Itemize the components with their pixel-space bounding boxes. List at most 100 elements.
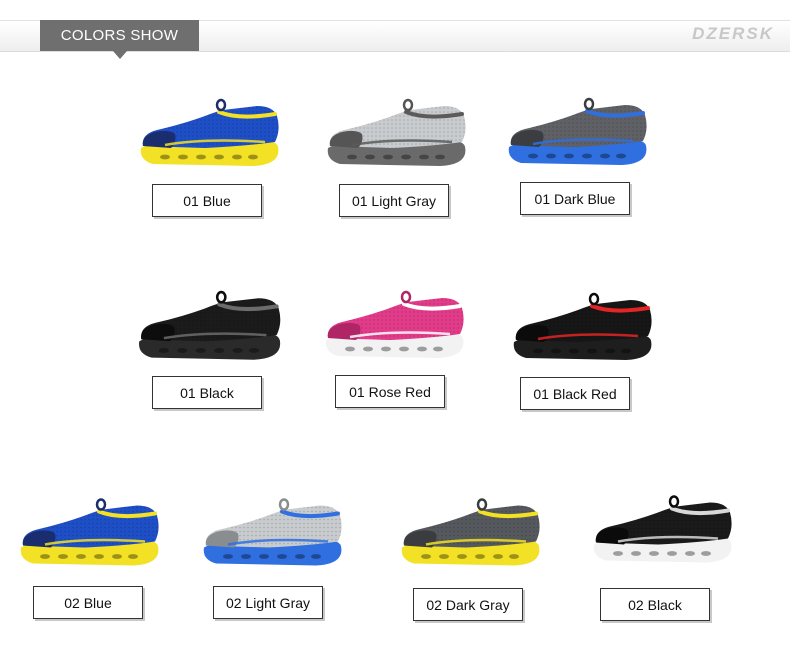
toe-cap bbox=[142, 130, 176, 148]
shoe-image bbox=[513, 292, 652, 360]
sole-hole bbox=[160, 154, 170, 160]
pull-loop bbox=[476, 498, 488, 511]
shoe-image bbox=[327, 98, 466, 166]
sole-hole bbox=[435, 154, 445, 160]
sole-hole bbox=[475, 554, 485, 559]
product-01-dark-blue[interactable]: 01 Dark Blue bbox=[503, 97, 653, 217]
color-label: 02 Blue bbox=[33, 586, 143, 619]
toe-cap bbox=[141, 323, 175, 342]
sole-hole bbox=[649, 551, 659, 556]
shoe-image bbox=[325, 290, 464, 358]
pull-loop bbox=[95, 498, 107, 511]
sole-hole bbox=[613, 551, 623, 556]
shoe-image bbox=[508, 97, 647, 165]
shoe-image bbox=[203, 498, 342, 566]
sole-hole bbox=[528, 153, 538, 159]
color-label: 01 Black bbox=[152, 376, 262, 409]
pull-loop bbox=[588, 292, 600, 306]
sole-hole bbox=[223, 554, 233, 559]
sole-hole bbox=[421, 554, 431, 559]
sole-hole bbox=[419, 154, 429, 160]
sole-hole bbox=[347, 154, 357, 160]
sole-hole bbox=[248, 154, 258, 160]
product-01-light-gray[interactable]: 01 Light Gray bbox=[322, 98, 472, 218]
product-02-dark-gray[interactable]: 02 Dark Gray bbox=[396, 495, 551, 621]
sole-hole bbox=[277, 554, 287, 559]
sole-hole bbox=[295, 554, 305, 559]
sole-hole bbox=[365, 154, 375, 160]
toe-cap bbox=[595, 527, 629, 545]
color-label: 01 Blue bbox=[152, 184, 262, 217]
color-label: 02 Dark Gray bbox=[413, 588, 523, 621]
brand-logo: DZERSK bbox=[692, 24, 774, 43]
sole-hole bbox=[94, 554, 104, 559]
shoe-image bbox=[20, 498, 159, 566]
sole-hole bbox=[112, 554, 122, 559]
product-01-rose-red[interactable]: 01 Rose Red bbox=[320, 290, 470, 412]
sole-hole bbox=[701, 551, 711, 556]
toe-cap bbox=[329, 130, 363, 148]
pull-loop bbox=[215, 98, 227, 112]
toe-cap bbox=[205, 530, 239, 548]
toe-cap bbox=[22, 530, 56, 548]
sole-hole bbox=[582, 153, 592, 159]
sole-hole bbox=[158, 348, 169, 353]
sole-hole bbox=[177, 348, 188, 353]
toe-cap bbox=[403, 530, 437, 548]
sole-hole bbox=[232, 154, 242, 160]
sole-hole bbox=[195, 348, 206, 353]
sole-hole bbox=[433, 346, 443, 352]
shoe-image bbox=[140, 98, 279, 166]
sole-hole bbox=[363, 346, 373, 352]
sole-hole bbox=[493, 554, 503, 559]
product-02-light-gray[interactable]: 02 Light Gray bbox=[198, 495, 353, 621]
tab-pointer bbox=[113, 51, 127, 59]
sole-hole bbox=[383, 154, 393, 160]
sole-hole bbox=[259, 554, 269, 559]
product-02-blue[interactable]: 02 Blue bbox=[15, 495, 165, 621]
sole-hole bbox=[616, 153, 626, 159]
sole-hole bbox=[345, 346, 355, 352]
sole-hole bbox=[128, 554, 138, 559]
pull-loop bbox=[402, 98, 414, 112]
shoe-image bbox=[139, 290, 281, 360]
sole-hole bbox=[631, 551, 641, 556]
sole-hole bbox=[439, 554, 449, 559]
sole-hole bbox=[564, 153, 574, 159]
product-01-black[interactable]: 01 Black bbox=[130, 290, 290, 412]
colors-show-tab: COLORS SHOW bbox=[40, 20, 199, 51]
sole-hole bbox=[399, 346, 409, 352]
product-01-black-red[interactable]: 01 Black Red bbox=[508, 292, 658, 414]
toe-cap bbox=[510, 129, 544, 147]
pull-loop bbox=[400, 290, 412, 304]
sole-hole bbox=[248, 348, 260, 353]
sole-hole bbox=[311, 554, 321, 559]
sole-hole bbox=[40, 554, 50, 559]
toe-cap bbox=[515, 324, 549, 342]
sole-hole bbox=[241, 554, 251, 559]
pull-loop bbox=[215, 290, 227, 304]
sole-hole bbox=[214, 154, 224, 160]
color-label: 01 Dark Blue bbox=[520, 182, 630, 215]
sole-hole bbox=[381, 346, 391, 352]
sole-hole bbox=[546, 153, 556, 159]
toe-cap bbox=[327, 322, 361, 340]
sole-hole bbox=[58, 554, 68, 559]
sole-hole bbox=[401, 154, 411, 160]
product-02-black[interactable]: 02 Black bbox=[588, 492, 743, 622]
sole-hole bbox=[533, 348, 543, 354]
pull-loop bbox=[668, 495, 680, 508]
sole-hole bbox=[667, 551, 677, 556]
sole-hole bbox=[605, 348, 615, 354]
color-label: 01 Light Gray bbox=[339, 184, 449, 217]
sole-hole bbox=[232, 348, 243, 353]
sole-hole bbox=[76, 554, 86, 559]
color-label: 02 Light Gray bbox=[213, 586, 323, 619]
sole-hole bbox=[587, 348, 597, 354]
sole-hole bbox=[621, 348, 631, 354]
product-01-blue[interactable]: 01 Blue bbox=[135, 98, 285, 218]
color-label: 02 Black bbox=[600, 588, 710, 621]
sole-hole bbox=[685, 551, 695, 556]
sole-hole bbox=[417, 346, 427, 352]
color-label: 01 Black Red bbox=[520, 377, 630, 410]
